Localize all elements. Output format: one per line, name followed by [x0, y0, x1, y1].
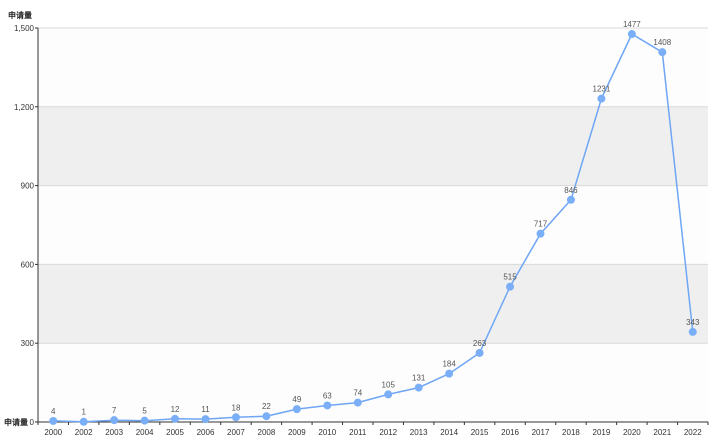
data-label: 49	[292, 395, 301, 404]
data-label: 846	[564, 186, 578, 195]
y-axis-title-bottom: 申请量	[4, 417, 28, 427]
y-tick-label: 1,500	[14, 24, 35, 33]
data-point	[323, 401, 332, 410]
grid-band	[38, 264, 708, 344]
x-tick-label: 2002	[75, 428, 93, 437]
data-point	[536, 229, 545, 238]
x-tick-label: 2011	[349, 428, 367, 437]
data-label: 1231	[593, 85, 611, 94]
data-label: 4	[51, 407, 56, 416]
y-tick-label: 1,200	[14, 103, 35, 112]
data-point	[475, 348, 484, 357]
x-tick-label: 2017	[532, 428, 550, 437]
data-label: 22	[262, 402, 271, 411]
data-point	[79, 417, 88, 426]
data-label: 717	[534, 220, 548, 229]
grid-band	[38, 28, 708, 107]
data-point	[110, 416, 119, 425]
data-point	[201, 415, 210, 424]
data-point	[384, 390, 393, 399]
data-label: 63	[323, 391, 332, 400]
chart-container: 申请量 申请量 0 300 600 900 1,200 1,500 2000 2002 200…	[0, 0, 720, 447]
data-point	[49, 416, 58, 425]
data-point	[688, 327, 697, 336]
data-point	[566, 195, 575, 204]
data-point	[658, 48, 667, 57]
data-point	[445, 369, 454, 378]
x-tick-label: 2006	[197, 428, 215, 437]
data-label: 1	[81, 408, 86, 417]
data-point	[231, 413, 240, 422]
x-tick-label: 2003	[105, 428, 123, 437]
x-tick-label: 2013	[410, 428, 428, 437]
x-tick-label: 2015	[471, 428, 489, 437]
data-label: 5	[142, 407, 147, 416]
x-tick-label: 2010	[318, 428, 336, 437]
y-tick-label: 300	[21, 339, 35, 348]
x-tick-label: 2007	[227, 428, 245, 437]
data-label: 515	[503, 273, 517, 282]
x-tick-label: 2019	[593, 428, 611, 437]
x-tick-label: 2021	[653, 428, 671, 437]
grid-band	[38, 106, 708, 186]
x-tick-label: 2009	[288, 428, 306, 437]
x-tick-label: 2014	[440, 428, 458, 437]
x-tick-label: 2004	[136, 428, 154, 437]
data-point	[627, 30, 636, 39]
data-label: 74	[353, 389, 362, 398]
x-tick-label: 2022	[684, 428, 702, 437]
x-tick-label: 2012	[379, 428, 397, 437]
data-label: 7	[112, 406, 117, 415]
data-label: 105	[382, 380, 396, 389]
y-axis-title: 申请量	[8, 10, 32, 20]
data-label: 184	[442, 360, 456, 369]
data-point	[171, 414, 180, 423]
data-point	[292, 405, 301, 414]
data-point	[506, 282, 515, 291]
data-point	[414, 383, 423, 392]
x-tick-label: 2005	[166, 428, 184, 437]
line-chart: 申请量 申请量 03006009001,2001,500 2000 2002 200…	[4, 10, 709, 437]
y-tick-label: 600	[21, 260, 35, 269]
x-tick-label: 2016	[501, 428, 519, 437]
data-label: 18	[232, 403, 241, 412]
x-tick-label: 2008	[258, 428, 276, 437]
data-point	[140, 416, 149, 425]
x-tick-labels: 2000 2002 2003 2004 2005 2006 2007 2008 2009 2010…	[44, 428, 702, 437]
y-tick-labels: 0 300 600 900 1,200 1,500	[14, 24, 35, 427]
data-point	[353, 398, 362, 407]
data-label: 1477	[623, 20, 641, 29]
data-label: 12	[171, 405, 180, 414]
data-label: 343	[686, 318, 700, 327]
grid-band	[38, 185, 708, 265]
data-point	[597, 94, 606, 103]
data-label: 263	[473, 339, 487, 348]
data-label: 1408	[653, 38, 671, 47]
data-label: 11	[201, 405, 210, 414]
x-tick-label: 2020	[623, 428, 641, 437]
x-tick-label: 2000	[44, 428, 62, 437]
y-tick-label: 0	[30, 418, 35, 427]
grid-band	[38, 343, 708, 422]
data-label: 131	[412, 374, 426, 383]
x-tick-label: 2018	[562, 428, 580, 437]
data-point	[262, 412, 271, 421]
y-tick-label: 900	[21, 182, 35, 191]
